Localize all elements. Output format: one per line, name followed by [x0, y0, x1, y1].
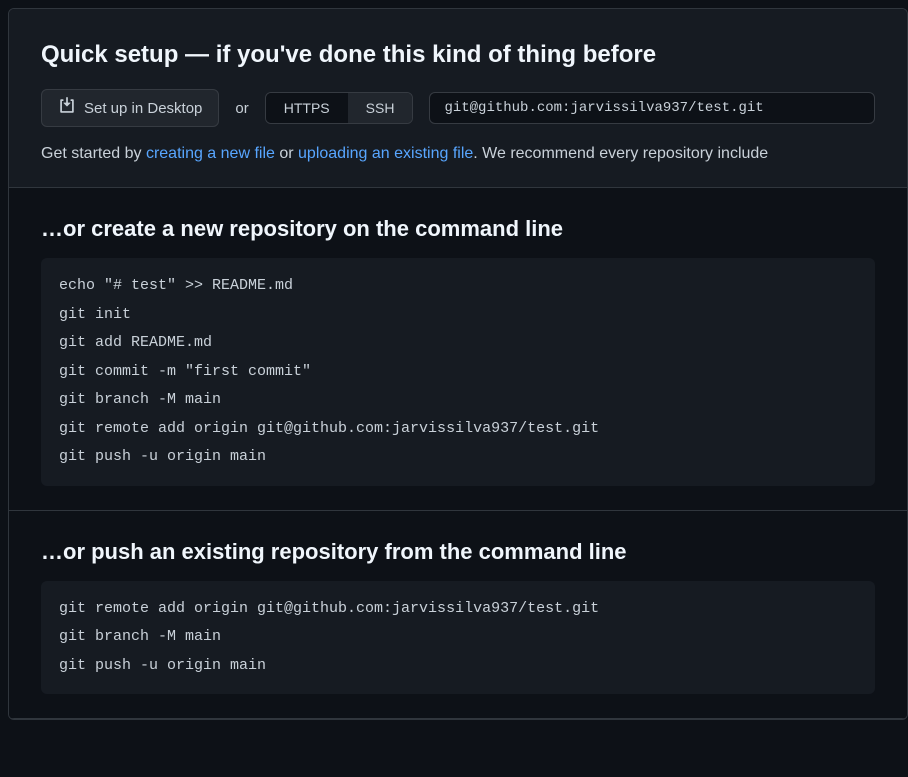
setup-desktop-button[interactable]: Set up in Desktop	[41, 89, 219, 127]
quick-setup-section: Quick setup — if you've done this kind o…	[9, 9, 907, 188]
get-started-suffix: . We recommend every repository include	[473, 145, 768, 162]
get-started-text: Get started by creating a new file or up…	[41, 145, 875, 163]
get-started-mid: or	[275, 145, 298, 162]
quick-setup-title: Quick setup — if you've done this kind o…	[41, 41, 875, 69]
desktop-icon	[58, 97, 76, 119]
create-file-link[interactable]: creating a new file	[146, 145, 275, 162]
push-existing-section: …or push an existing repository from the…	[9, 511, 907, 720]
create-repo-code[interactable]: echo "# test" >> README.md git init git …	[41, 258, 875, 486]
setup-controls-row: Set up in Desktop or HTTPS SSH	[41, 89, 875, 127]
setup-desktop-label: Set up in Desktop	[84, 100, 202, 117]
repo-setup-panel: Quick setup — if you've done this kind o…	[8, 8, 908, 720]
create-repo-title: …or create a new repository on the comma…	[41, 216, 875, 242]
upload-file-link[interactable]: uploading an existing file	[298, 145, 473, 162]
push-existing-code[interactable]: git remote add origin git@github.com:jar…	[41, 581, 875, 695]
ssh-button[interactable]: SSH	[348, 93, 413, 123]
https-button[interactable]: HTTPS	[266, 93, 348, 123]
repo-url-input[interactable]	[429, 92, 875, 124]
or-separator: or	[235, 100, 248, 117]
create-repo-section: …or create a new repository on the comma…	[9, 188, 907, 511]
protocol-toggle: HTTPS SSH	[265, 92, 414, 124]
push-existing-title: …or push an existing repository from the…	[41, 539, 875, 565]
get-started-prefix: Get started by	[41, 145, 146, 162]
